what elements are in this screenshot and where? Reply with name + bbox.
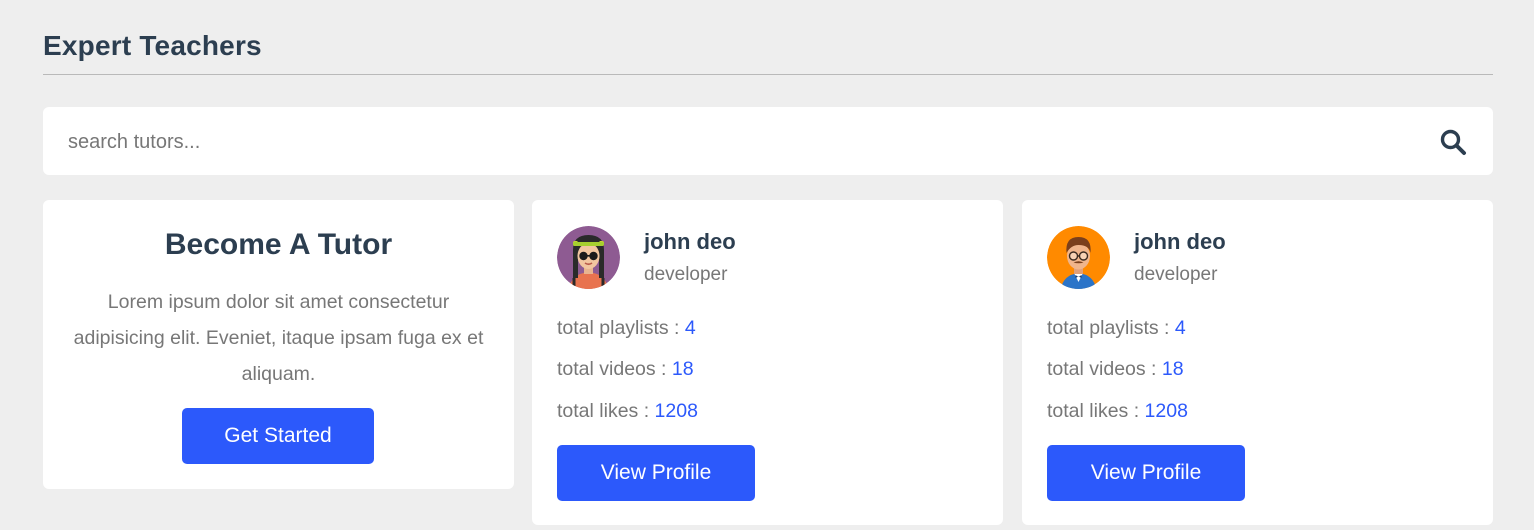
become-tutor-card: Become A Tutor Lorem ipsum dolor sit ame… [43, 200, 514, 489]
stat-value: 1208 [1144, 400, 1188, 422]
view-profile-button[interactable]: View Profile [1047, 445, 1245, 501]
female-avatar-icon [557, 226, 620, 289]
male-avatar-icon [1047, 226, 1110, 289]
title-divider [43, 74, 1493, 75]
tutor-card: john deo developer total playlists : 4 t… [532, 200, 1003, 525]
stat-value: 18 [671, 358, 694, 380]
stat-value: 4 [684, 317, 696, 339]
stat-label: total videos : [557, 358, 672, 380]
tutor-name: john deo [644, 229, 736, 254]
stat-value: 18 [1161, 358, 1184, 380]
tutor-avatar[interactable] [557, 226, 620, 289]
stat-value: 1208 [654, 400, 698, 422]
stat-value: 4 [1174, 317, 1186, 339]
tutor-avatar[interactable] [1047, 226, 1110, 289]
search-button[interactable] [1437, 128, 1469, 156]
tutor-videos-stat: total videos : 18 [1047, 358, 1184, 381]
tutor-likes-stat: total likes : 1208 [1047, 400, 1188, 423]
stat-label: total likes : [1047, 400, 1145, 422]
stat-label: total videos : [1047, 358, 1162, 380]
search-icon [1440, 129, 1466, 155]
become-tutor-title: Become A Tutor [164, 228, 393, 261]
tutor-card: john deo developer total playlists : 4 t… [1022, 200, 1493, 525]
section-title: Expert Teachers [43, 30, 262, 61]
stat-label: total playlists : [1047, 317, 1175, 339]
tutor-videos-stat: total videos : 18 [557, 358, 694, 381]
tutor-likes-stat: total likes : 1208 [557, 400, 698, 423]
stat-label: total playlists : [557, 317, 685, 339]
search-input[interactable] [68, 127, 1368, 157]
become-tutor-description: Lorem ipsum dolor sit amet consectetur a… [73, 291, 484, 385]
tutor-role: developer [1134, 264, 1218, 285]
tutor-playlists-stat: total playlists : 4 [557, 317, 696, 340]
tutor-role: developer [644, 264, 728, 285]
get-started-button[interactable]: Get Started [182, 408, 374, 464]
search-form [43, 107, 1493, 175]
tutor-name: john deo [1134, 229, 1226, 254]
view-profile-button[interactable]: View Profile [557, 445, 755, 501]
tutor-playlists-stat: total playlists : 4 [1047, 317, 1186, 340]
stat-label: total likes : [557, 400, 655, 422]
